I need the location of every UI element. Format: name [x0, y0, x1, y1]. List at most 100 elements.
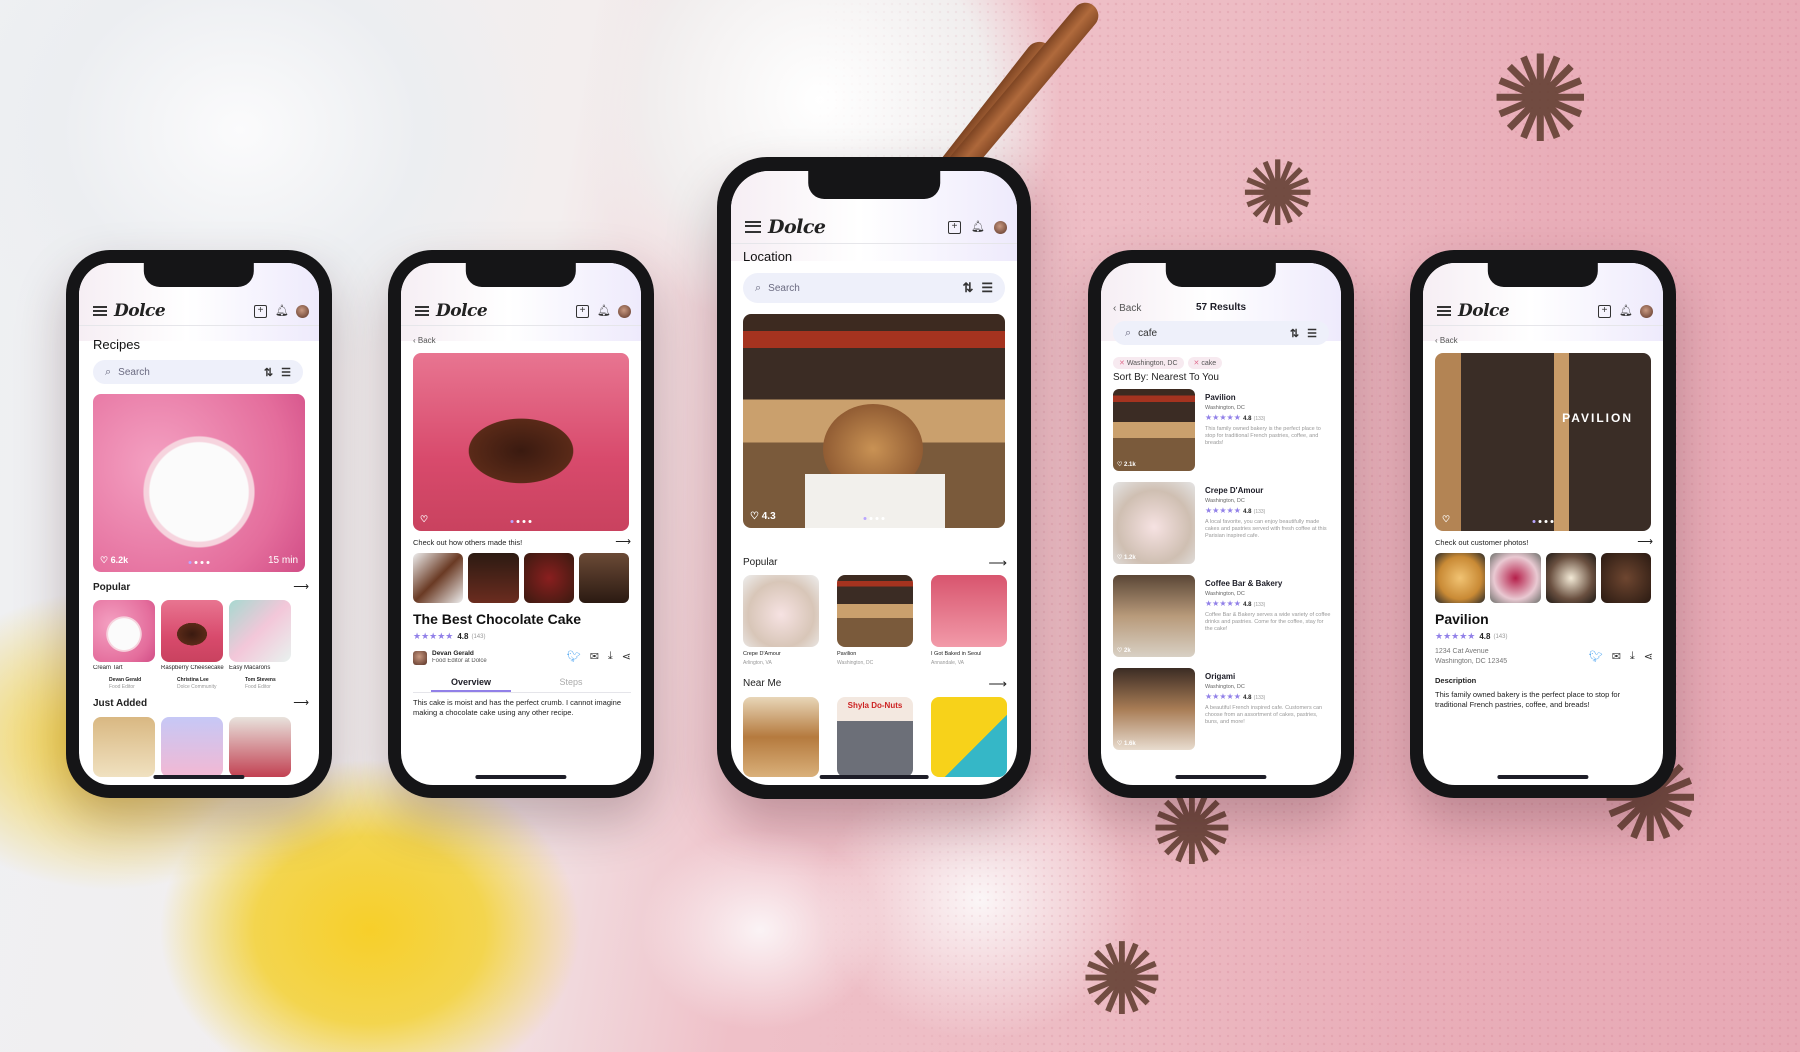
download-icon[interactable]: ⤓ [1630, 650, 1635, 663]
popular-thumb[interactable] [229, 600, 291, 662]
customer-photo[interactable] [1600, 553, 1651, 603]
customer-photos [1435, 553, 1651, 603]
share-icon[interactable]: ⋖ [1644, 650, 1653, 663]
arrow-right-icon[interactable]: ⟶ [293, 696, 309, 709]
author-name[interactable]: Devan Gerald [432, 650, 474, 657]
arrow-right-icon[interactable]: ⟶ [1637, 535, 1653, 548]
bell-icon[interactable]: 🔔︎ [1619, 305, 1633, 318]
avatar[interactable] [618, 304, 631, 318]
avatar[interactable] [1640, 304, 1653, 318]
result-item[interactable]: ♡ 2.1k Pavilion Washington, DC ★★★★★ 4.8… [1113, 389, 1331, 471]
filter-icon[interactable]: ☰ [1307, 327, 1317, 340]
download-icon[interactable]: ⤓ [608, 650, 613, 663]
avatar[interactable] [296, 304, 309, 318]
carousel-dots[interactable] [188, 561, 210, 564]
arrow-right-icon[interactable]: ⟶ [293, 580, 309, 593]
result-item[interactable]: ♡ 1.6k Origami Washington, DC ★★★★★ 4.8 … [1113, 668, 1331, 750]
carousel-dots[interactable] [1532, 520, 1554, 523]
tab-overview[interactable]: Overview [431, 677, 511, 692]
rating: ★★★★★ 4.8 (133) [1205, 506, 1266, 515]
bell-icon[interactable]: 🔔︎ [597, 305, 611, 318]
near-me-thumb[interactable] [931, 697, 1007, 777]
likes-count[interactable]: ♡ 6.2k [100, 555, 128, 566]
phone-location: Dolce + 🔔︎ Location ⌕ Search ⇅ ☰ ♡ 4.3 Po… [717, 157, 1031, 799]
community-photo[interactable] [413, 553, 464, 603]
mail-icon[interactable]: ✉ [1612, 650, 1621, 663]
author-avatar[interactable] [413, 651, 427, 665]
arrow-right-icon[interactable]: ⟶ [615, 535, 631, 548]
add-square-icon[interactable]: + [576, 304, 589, 318]
add-square-icon[interactable]: + [948, 220, 961, 234]
sort-icon[interactable]: ⇅ [1290, 327, 1299, 340]
menu-icon[interactable] [1437, 306, 1451, 316]
just-added-thumb[interactable] [93, 717, 155, 777]
filter-icon[interactable]: ☰ [281, 366, 291, 379]
add-square-icon[interactable]: + [254, 304, 267, 318]
carousel-dots[interactable] [510, 520, 532, 523]
carousel-dots[interactable] [863, 517, 885, 520]
community-photo[interactable] [523, 553, 574, 603]
sort-icon[interactable]: ⇅ [962, 280, 973, 296]
search-input[interactable]: ⌕ Search ⇅ ☰ [743, 273, 1005, 303]
avatar[interactable] [994, 220, 1007, 234]
customer-photo[interactable] [1490, 553, 1541, 603]
near-me-thumb[interactable]: Shyla Do-Nuts [837, 697, 913, 777]
shop-description: This family owned bakery is the perfect … [1435, 690, 1621, 709]
popular-thumb[interactable] [837, 575, 913, 647]
item-name[interactable]: Raspberry Cheesecake [161, 665, 229, 671]
menu-icon[interactable] [415, 306, 429, 316]
filter-chip[interactable]: Washington, DC [1113, 357, 1184, 369]
just-added-thumb[interactable] [161, 717, 223, 777]
near-me-thumb[interactable] [743, 697, 819, 777]
add-square-icon[interactable]: + [1598, 304, 1611, 318]
twitter-icon[interactable]: 🐦︎ [1589, 650, 1603, 663]
filter-chip[interactable]: cake [1187, 357, 1223, 369]
tab-steps[interactable]: Steps [531, 677, 611, 690]
arrow-right-icon[interactable]: ⟶ [988, 676, 1007, 692]
community-prompt: Check out how others made this! [413, 538, 523, 547]
result-item[interactable]: ♡ 2k Coffee Bar & Bakery Washington, DC … [1113, 575, 1331, 657]
item-name[interactable]: I Got Baked in Seoul [931, 651, 981, 657]
popular-thumb[interactable] [931, 575, 1007, 647]
search-input[interactable]: ⌕ Search ⇅ ☰ [93, 360, 303, 384]
screen: ‹ Back 57 Results ⌕ cafe ⇅☰ Washington, … [1101, 263, 1341, 785]
just-added-thumb[interactable] [229, 717, 291, 777]
menu-icon[interactable] [745, 221, 761, 233]
item-name[interactable]: Crepe D'Amour [743, 651, 781, 657]
sort-icon[interactable]: ⇅ [264, 366, 273, 379]
hero-image[interactable]: ♡ [413, 353, 629, 531]
item-name[interactable]: Easy Macarons [229, 665, 291, 671]
hero-image[interactable]: PAVILION ♡ [1435, 353, 1651, 531]
item-name[interactable]: Pavilion [837, 651, 856, 657]
back-button[interactable]: ‹ Back [1435, 336, 1458, 345]
back-button[interactable]: ‹ Back [413, 336, 436, 345]
customer-photo[interactable] [1545, 553, 1596, 603]
item-role: Food Editor [245, 684, 271, 690]
customer-photo[interactable] [1435, 553, 1486, 603]
result-location: Washington, DC [1205, 405, 1245, 411]
likes-count[interactable]: ♡ 4.3 [750, 511, 776, 522]
community-photo[interactable] [468, 553, 519, 603]
hero-image[interactable]: ♡ 4.3 [743, 314, 1005, 528]
bell-icon[interactable]: 🔔︎ [275, 305, 289, 318]
heart-icon[interactable]: ♡ [420, 514, 428, 525]
arrow-right-icon[interactable]: ⟶ [988, 555, 1007, 571]
popular-thumb[interactable] [161, 600, 223, 662]
hero-image[interactable]: ♡ 6.2k 15 min [93, 394, 305, 572]
result-item[interactable]: ♡ 1.2k Crepe D'Amour Washington, DC ★★★★… [1113, 482, 1331, 564]
heart-icon[interactable]: ♡ [1442, 514, 1450, 525]
share-icon[interactable]: ⋖ [622, 650, 631, 663]
item-name[interactable]: Cream Tart [93, 665, 155, 671]
community-photo[interactable] [578, 553, 629, 603]
search-input[interactable]: ⌕ cafe ⇅ ☰ [1113, 321, 1329, 345]
filter-icon[interactable]: ☰ [981, 280, 993, 296]
item-role: Food Editor [109, 684, 135, 690]
sort-label[interactable]: Sort By: Nearest To You [1113, 372, 1219, 383]
mail-icon[interactable]: ✉ [590, 650, 599, 663]
menu-icon[interactable] [93, 306, 107, 316]
results-count: 57 Results [1195, 302, 1247, 313]
popular-thumb[interactable] [93, 600, 155, 662]
bell-icon[interactable]: 🔔︎ [971, 221, 985, 234]
twitter-icon[interactable]: 🐦︎ [567, 650, 581, 663]
popular-thumb[interactable] [743, 575, 819, 647]
